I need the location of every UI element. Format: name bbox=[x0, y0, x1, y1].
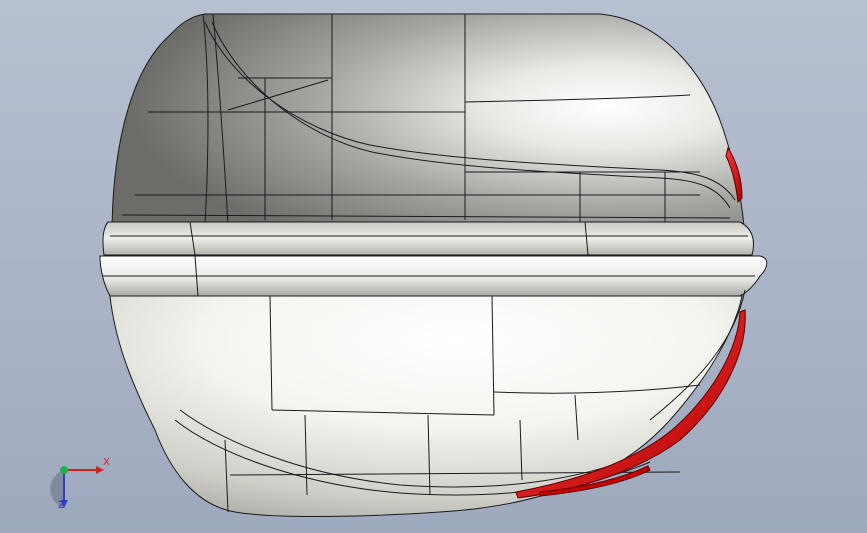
x-axis-label: X bbox=[103, 457, 110, 468]
lower-shell-surface[interactable] bbox=[109, 295, 743, 517]
upper-lid-surface[interactable] bbox=[111, 13, 746, 236]
middle-band bbox=[102, 221, 754, 256]
3d-model-top-case[interactable] bbox=[0, 0, 867, 533]
graphics-viewport[interactable]: X Z bbox=[0, 0, 867, 533]
z-axis-label: Z bbox=[58, 500, 65, 511]
coordinate-triad: X Z bbox=[44, 448, 114, 518]
y-axis-dot-icon bbox=[60, 466, 68, 474]
